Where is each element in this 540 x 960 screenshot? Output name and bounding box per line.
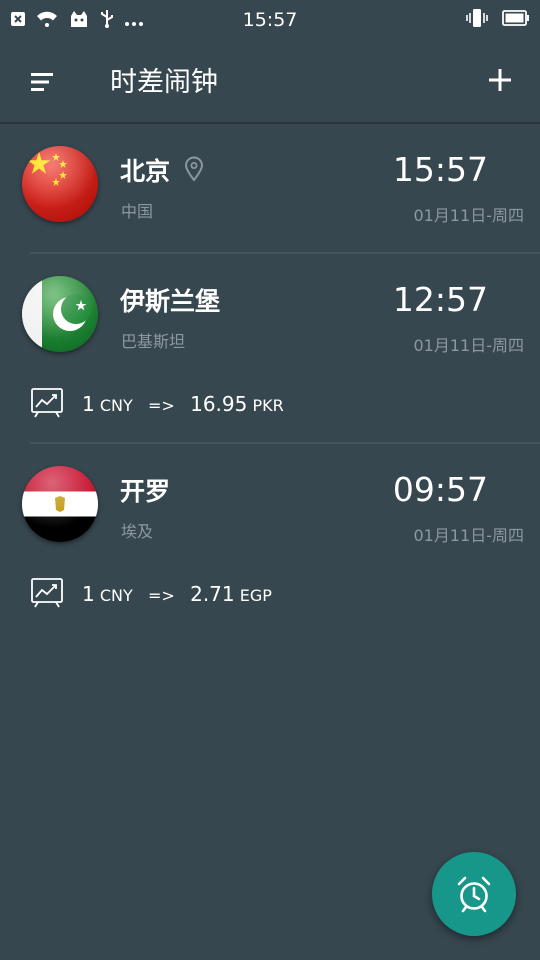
app-title: 时差闹钟 bbox=[110, 67, 218, 98]
local-date: 01月11日-周四 bbox=[413, 336, 525, 355]
rate-amount: 1 bbox=[82, 392, 95, 416]
city-name: 北京 bbox=[120, 157, 171, 186]
exchange-rate-text: 1 CNY => 16.95 PKR bbox=[82, 392, 284, 416]
alarm-clock-icon bbox=[457, 876, 491, 913]
status-time: 15:57 bbox=[242, 9, 298, 31]
status-right-icons bbox=[466, 8, 530, 32]
city-card-cairo[interactable]: 开罗 埃及 09:57 01月11日-周四 1 CNY => 2.71 EGP bbox=[0, 444, 540, 632]
city-card-beijing[interactable]: 北京 中国 15:57 01月11日-周四 bbox=[0, 124, 540, 254]
exchange-rate-text: 1 CNY => 2.71 EGP bbox=[82, 582, 272, 606]
alarm-fab-button[interactable] bbox=[432, 852, 516, 936]
rate-from-currency: CNY bbox=[99, 586, 133, 605]
battery-icon bbox=[502, 10, 530, 30]
country-name: 巴基斯坦 bbox=[121, 332, 186, 351]
rate-to-currency: PKR bbox=[252, 396, 284, 415]
city-card-islamabad[interactable]: 伊斯兰堡 巴基斯坦 12:57 01月11日-周四 1 CNY => 16.95… bbox=[0, 254, 540, 442]
status-bar: 15:57 bbox=[0, 0, 540, 38]
add-city-button[interactable] bbox=[482, 62, 518, 98]
rate-value: 2.71 bbox=[190, 582, 235, 606]
rate-to-currency: EGP bbox=[239, 586, 272, 605]
app-toolbar: 时差闹钟 bbox=[0, 38, 540, 124]
rate-amount: 1 bbox=[82, 582, 95, 606]
local-time: 15:57 bbox=[392, 150, 488, 189]
china-flag-icon bbox=[22, 146, 98, 222]
location-pin-icon bbox=[184, 156, 204, 186]
local-date: 01月11日-周四 bbox=[413, 206, 525, 225]
rate-from-currency: CNY bbox=[99, 396, 133, 415]
vibrate-icon bbox=[466, 8, 488, 32]
local-time: 12:57 bbox=[392, 280, 488, 319]
trend-chart-icon bbox=[30, 386, 64, 424]
menu-icon bbox=[31, 73, 53, 91]
pakistan-flag-icon bbox=[22, 276, 98, 352]
local-time: 09:57 bbox=[392, 470, 488, 509]
rate-arrow: => bbox=[148, 396, 175, 415]
egypt-flag-icon bbox=[22, 466, 98, 542]
country-name: 埃及 bbox=[121, 522, 154, 541]
country-name: 中国 bbox=[121, 202, 154, 221]
local-date: 01月11日-周四 bbox=[413, 526, 525, 545]
exchange-rate[interactable]: 1 CNY => 2.71 EGP bbox=[30, 574, 430, 614]
city-name: 开罗 bbox=[120, 477, 171, 506]
city-name: 伊斯兰堡 bbox=[120, 287, 221, 316]
rate-arrow: => bbox=[148, 586, 175, 605]
exchange-rate[interactable]: 1 CNY => 16.95 PKR bbox=[30, 384, 430, 424]
trend-chart-icon bbox=[30, 576, 64, 614]
rate-value: 16.95 bbox=[190, 392, 248, 416]
plus-icon bbox=[489, 69, 511, 91]
menu-button[interactable] bbox=[28, 66, 60, 98]
